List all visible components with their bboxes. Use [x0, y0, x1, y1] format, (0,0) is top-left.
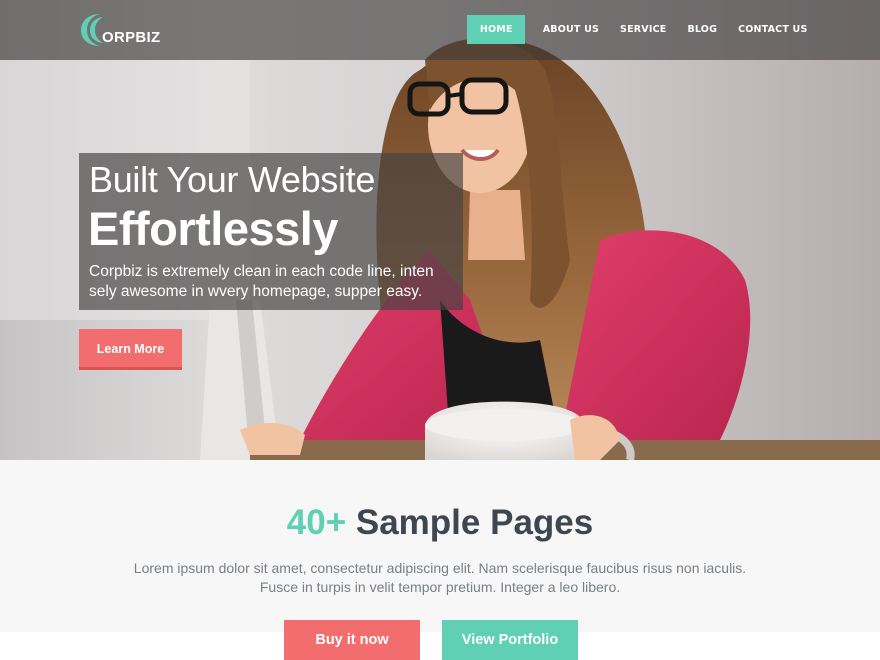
nav-service[interactable]: SERVICE	[610, 15, 677, 44]
sample-pages-description-line-2: Fusce in turpis in velit tempor pretium.…	[259, 578, 621, 595]
nav-about-us[interactable]: ABOUT US	[532, 15, 609, 44]
hero-title-bold: Effortlessly	[88, 202, 338, 255]
sample-pages-title: 40+ Sample Pages	[0, 503, 880, 543]
top-navbar: ORPBIZ HOME ABOUT US SERVICE BLOG CONTAC…	[0, 0, 880, 60]
learn-more-button[interactable]: Learn More	[79, 329, 182, 370]
sample-pages-section	[0, 460, 880, 632]
sample-pages-description: Lorem ipsum dolor sit amet, consectetur …	[0, 559, 880, 596]
nav-contact-us[interactable]: CONTACT US	[728, 15, 818, 44]
sample-pages-heading: Sample Pages	[355, 503, 594, 542]
view-portfolio-button[interactable]: View Portfolio	[442, 620, 578, 660]
hero-subtitle: Corpbiz is extremely clean in each code …	[89, 262, 461, 302]
hero-title-light: Built Your Website	[89, 159, 376, 200]
buy-it-now-button[interactable]: Buy it now	[284, 620, 420, 660]
brand-name: ORPBIZ	[102, 29, 161, 46]
main-nav: HOME ABOUT US SERVICE BLOG CONTACT US	[467, 15, 818, 44]
brand-logo[interactable]: ORPBIZ	[80, 10, 190, 50]
hero-subtitle-line-1: Corpbiz is extremely clean in each code …	[89, 263, 434, 280]
sample-pages-count: 40+	[286, 503, 347, 542]
hero-caption-box: Built Your Website Effortlessly Corpbiz …	[79, 153, 463, 310]
nav-blog[interactable]: BLOG	[677, 15, 728, 44]
sample-pages-description-line-1: Lorem ipsum dolor sit amet, consectetur …	[133, 560, 747, 576]
hero-subtitle-line-2: sely awesome in wvery homepage, supper e…	[89, 283, 423, 300]
nav-home[interactable]: HOME	[467, 15, 526, 44]
section-lower-band	[0, 632, 880, 660]
